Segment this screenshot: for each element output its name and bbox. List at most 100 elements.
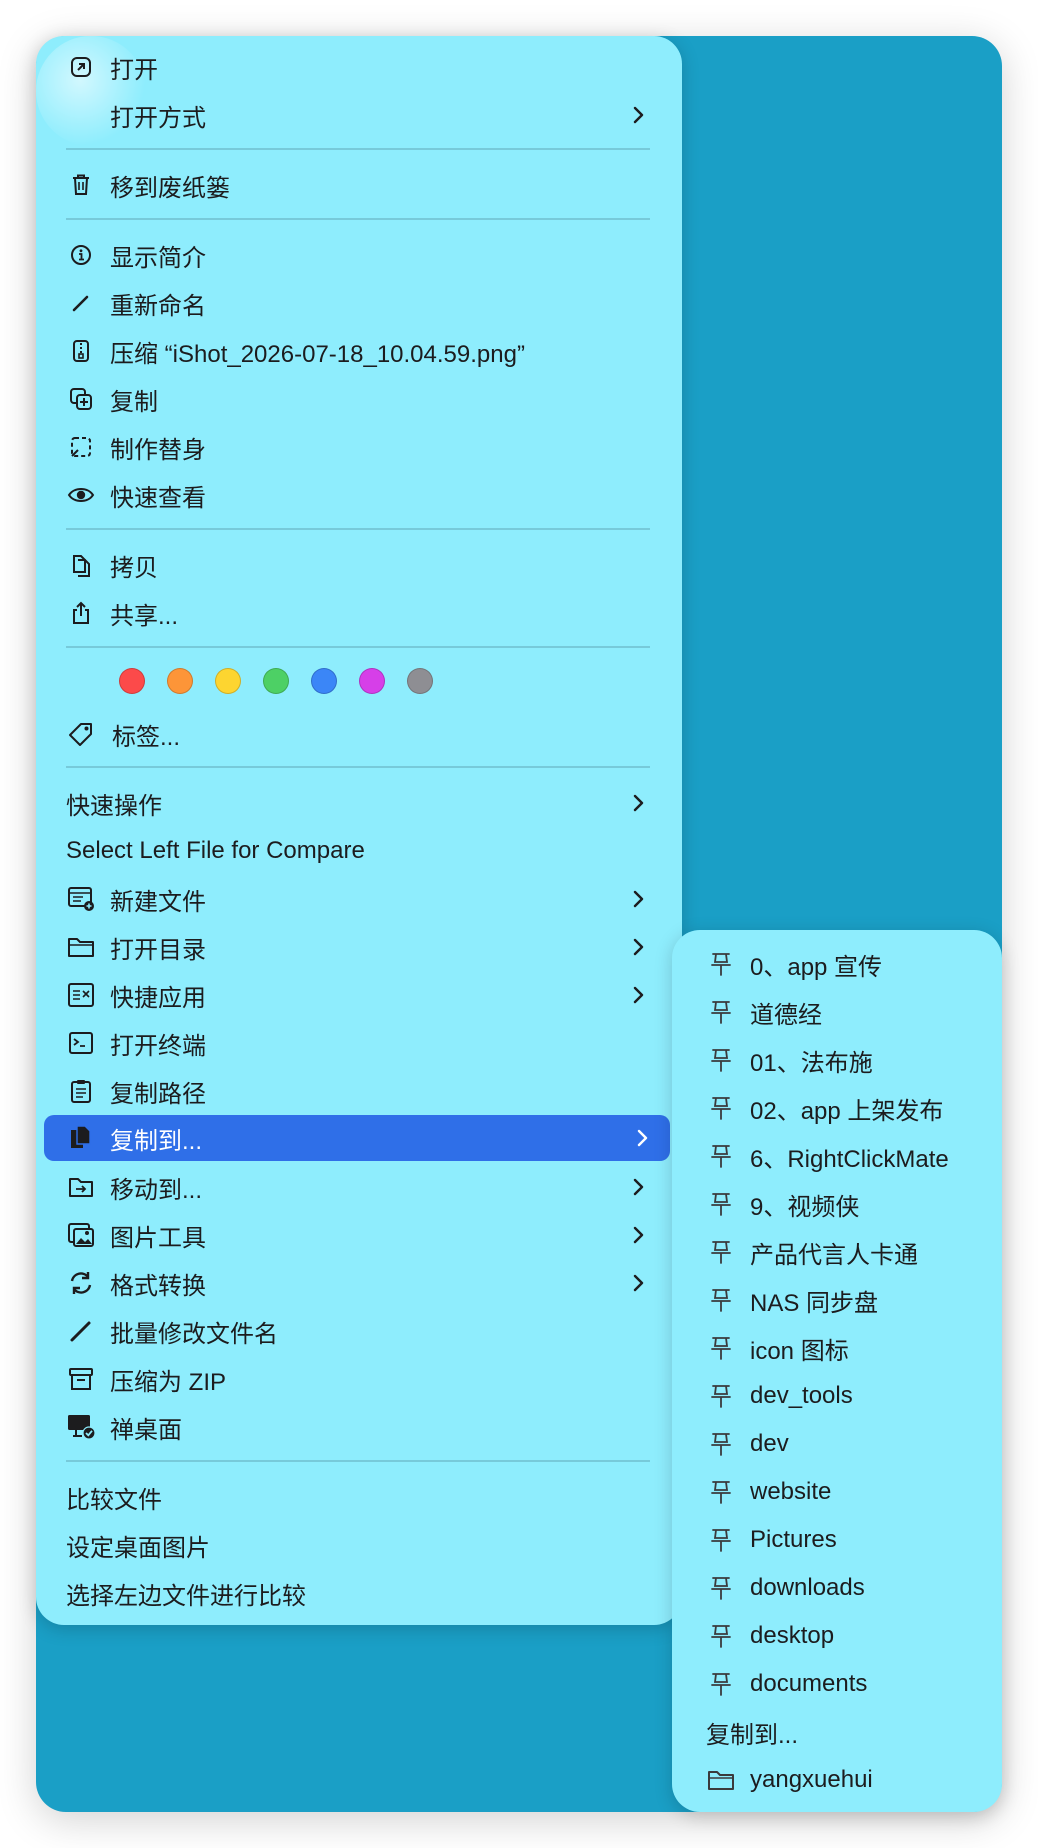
- submenu-item[interactable]: dev_tools: [706, 1373, 996, 1419]
- chevron-right-icon: [633, 938, 644, 956]
- menu-item-image-tools[interactable]: 图片工具: [66, 1212, 656, 1258]
- menu-item-label: 快速查看: [110, 484, 206, 512]
- submenu-item-label: downloads: [750, 1574, 865, 1601]
- chevron-right-icon: [633, 1226, 644, 1244]
- menu-item-label: 快速操作: [66, 792, 162, 820]
- separator: [66, 766, 650, 768]
- menu-item-select-left-file[interactable]: Select Left File for Compare: [66, 828, 656, 874]
- tag-icon: [66, 719, 96, 749]
- submenu-item[interactable]: icon 图标: [706, 1325, 996, 1371]
- submenu-item-label: 02、app 上架发布: [750, 1097, 944, 1125]
- menu-item-make-alias[interactable]: 制作替身: [66, 424, 656, 470]
- menu-item-duplicate[interactable]: 复制: [66, 376, 656, 422]
- pin-icon: [706, 997, 736, 1027]
- submenu-item[interactable]: downloads: [706, 1565, 996, 1611]
- submenu-item[interactable]: 6、RightClickMate: [706, 1133, 996, 1179]
- menu-item-set-desktop-picture[interactable]: 设定桌面图片: [66, 1522, 656, 1568]
- menu-item-compress[interactable]: 压缩 “iShot_2026-07-18_10.04.59.png”: [66, 328, 656, 374]
- menu-item-compare-files[interactable]: 比较文件: [66, 1474, 656, 1520]
- menu-item-label: 快捷应用: [110, 984, 206, 1012]
- menu-item-label: 打开目录: [110, 936, 206, 964]
- chevron-right-icon: [633, 1178, 644, 1196]
- menu-item-format-convert[interactable]: 格式转换: [66, 1260, 656, 1306]
- folder-icon: [66, 932, 96, 962]
- pin-icon: [706, 1141, 736, 1171]
- menu-item-select-left-compare[interactable]: 选择左边文件进行比较: [66, 1570, 656, 1616]
- menu-item-compress-zip[interactable]: 压缩为 ZIP: [66, 1356, 656, 1402]
- submenu-item[interactable]: 0、app 宣传: [706, 941, 996, 987]
- chevron-right-icon: [633, 890, 644, 908]
- submenu-item[interactable]: NAS 同步盘: [706, 1277, 996, 1323]
- pin-icon: [706, 1669, 736, 1699]
- open-icon: [66, 52, 96, 82]
- submenu-item-home-folder[interactable]: yangxuehui: [706, 1757, 996, 1803]
- submenu-item-label: 6、RightClickMate: [750, 1145, 949, 1173]
- submenu-item[interactable]: 9、视频侠: [706, 1181, 996, 1227]
- pen-icon: [66, 1316, 96, 1346]
- separator: [66, 148, 650, 150]
- menu-item-copy-to[interactable]: 复制到...: [44, 1115, 670, 1161]
- submenu-item[interactable]: 道德经: [706, 989, 996, 1035]
- copy-to-icon: [66, 1123, 96, 1153]
- menu-item-open-with[interactable]: 打开方式: [66, 92, 656, 138]
- menu-item-rename[interactable]: 重新命名: [66, 280, 656, 326]
- submenu-item[interactable]: 02、app 上架发布: [706, 1085, 996, 1131]
- menu-item-label: 打开方式: [110, 104, 206, 132]
- image-icon: [66, 1220, 96, 1250]
- menu-item-label: 批量修改文件名: [110, 1320, 278, 1348]
- tag-orange[interactable]: [167, 668, 193, 694]
- submenu-item[interactable]: website: [706, 1469, 996, 1515]
- submenu-item-label: 复制到...: [706, 1721, 799, 1749]
- tag-green[interactable]: [263, 668, 289, 694]
- submenu-item[interactable]: Pictures: [706, 1517, 996, 1563]
- menu-item-tags[interactable]: 标签...: [66, 711, 656, 757]
- submenu-item[interactable]: documents: [706, 1661, 996, 1707]
- menu-item-zen-desktop[interactable]: 禅桌面: [66, 1404, 656, 1450]
- menu-item-open-terminal[interactable]: 打开终端: [66, 1020, 656, 1066]
- chevron-right-icon: [637, 1129, 648, 1147]
- submenu-item[interactable]: dev: [706, 1421, 996, 1467]
- menu-item-label: 打开终端: [110, 1032, 206, 1060]
- submenu-item[interactable]: 产品代言人卡通: [706, 1229, 996, 1275]
- tag-blue[interactable]: [311, 668, 337, 694]
- submenu-item-label: documents: [750, 1670, 868, 1697]
- folder-icon: [706, 1765, 736, 1795]
- menu-item-quick-look[interactable]: 快速查看: [66, 472, 656, 518]
- submenu-item[interactable]: desktop: [706, 1613, 996, 1659]
- menu-item-quick-apps[interactable]: 快捷应用: [66, 972, 656, 1018]
- menu-item-label: 设定桌面图片: [66, 1534, 210, 1562]
- tag-purple[interactable]: [359, 668, 385, 694]
- menu-item-label: 图片工具: [110, 1224, 206, 1252]
- submenu-item[interactable]: 01、法布施: [706, 1037, 996, 1083]
- menu-item-label: 制作替身: [110, 436, 206, 464]
- menu-item-label: 压缩为 ZIP: [110, 1368, 227, 1396]
- menu-item-open[interactable]: 打开: [66, 44, 656, 90]
- menu-item-label: 复制到...: [110, 1127, 203, 1155]
- menu-item-new-file[interactable]: 新建文件: [66, 876, 656, 922]
- chevron-right-icon: [633, 106, 644, 124]
- pin-icon: [706, 1573, 736, 1603]
- submenu-item-label: Pictures: [750, 1526, 837, 1553]
- menu-item-batch-rename[interactable]: 批量修改文件名: [66, 1308, 656, 1354]
- menu-item-share[interactable]: 共享...: [66, 590, 656, 636]
- submenu-item-label: desktop: [750, 1622, 835, 1649]
- menu-item-get-info[interactable]: 显示简介: [66, 232, 656, 278]
- submenu-item-label: 产品代言人卡通: [750, 1241, 918, 1269]
- menu-item-quick-actions[interactable]: 快速操作: [66, 780, 656, 826]
- copy-icon: [66, 550, 96, 580]
- menu-item-open-directory[interactable]: 打开目录: [66, 924, 656, 970]
- menu-item-move-to[interactable]: 移动到...: [66, 1164, 656, 1210]
- menu-item-move-to-trash[interactable]: 移到废纸篓: [66, 162, 656, 208]
- tag-gray[interactable]: [407, 668, 433, 694]
- pin-icon: [706, 1189, 736, 1219]
- new-file-icon: [66, 884, 96, 914]
- tag-red[interactable]: [119, 668, 145, 694]
- menu-item-label: 共享...: [110, 602, 179, 630]
- menu-item-copy[interactable]: 拷贝: [66, 542, 656, 588]
- separator: [66, 218, 650, 220]
- menu-item-label: 复制路径: [110, 1080, 206, 1108]
- menu-item-label: 打开: [110, 56, 158, 84]
- menu-item-copy-path[interactable]: 复制路径: [66, 1068, 656, 1114]
- tag-yellow[interactable]: [215, 668, 241, 694]
- submenu-item-copy-to[interactable]: 复制到...: [706, 1709, 996, 1755]
